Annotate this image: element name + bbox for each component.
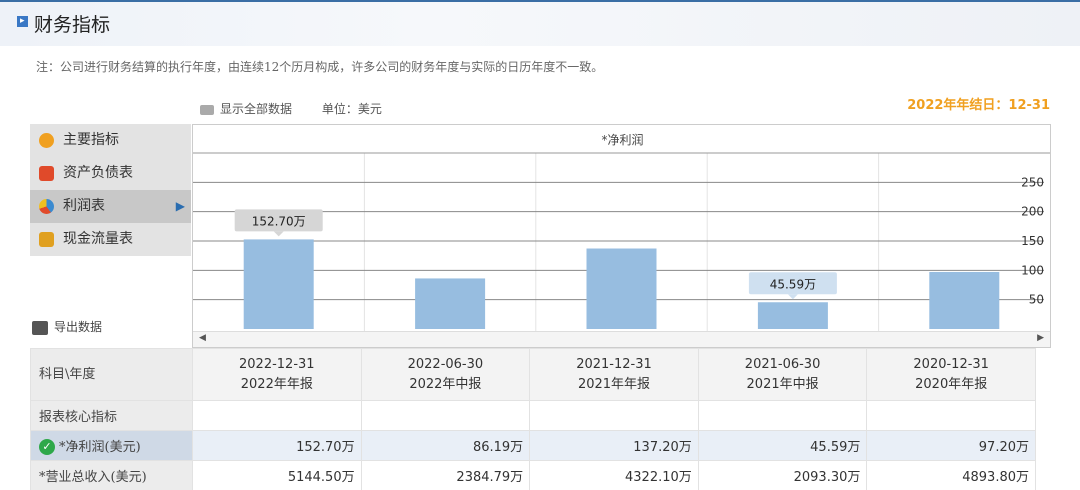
column-header: 2020-12-31 2020年年报 <box>866 348 1036 401</box>
page-title: 财务指标 <box>34 14 111 36</box>
y-tick-label: 250 <box>1021 175 1044 189</box>
column-header: 2022-06-30 2022年中报 <box>360 348 531 401</box>
fiscal-year-note: 注：公司进行财务结算的执行年度，由连续12个历月构成，许多公司的财务年度与实际的… <box>36 60 604 74</box>
document-icon <box>39 165 54 181</box>
table-cell <box>192 400 362 431</box>
sidebar-item-main-indicators[interactable]: 主要指标 <box>30 124 191 157</box>
y-tick-label: 50 <box>1029 293 1044 307</box>
row-label: *营业总收入(美元) <box>30 460 193 490</box>
y-tick-label: 100 <box>1021 263 1044 277</box>
table-cell: 2384.79万 <box>360 460 531 490</box>
table-cell: 97.20万 <box>866 430 1036 461</box>
table-cell: 152.70万 <box>192 430 362 461</box>
data-label-pointer <box>787 294 798 300</box>
y-tick-label: 150 <box>1021 234 1044 248</box>
table-cell <box>360 400 531 431</box>
table-row-net-profit[interactable]: ✓ *净利润(美元) 152.70万 86.19万 137.20万 45.59万 … <box>30 430 1036 461</box>
table-cell: 2093.30万 <box>697 460 868 490</box>
table-cell: 4322.10万 <box>529 460 699 490</box>
unit-label: 单位：美元 <box>321 102 382 116</box>
table-cell: 45.59万 <box>697 430 868 461</box>
net-profit-chart: *净利润 50 100 150 200 250 152.70万 45.59万 ◀ ▶ <box>192 124 1051 348</box>
table-cell <box>697 400 868 431</box>
chart-scrollbar[interactable]: ◀ ▶ <box>193 331 1050 347</box>
sidebar-item-income-statement[interactable]: 利润表 ▶ <box>30 190 191 223</box>
table-cell: 86.19万 <box>360 430 531 461</box>
section-marker-icon: ▸ <box>17 16 28 27</box>
year-end-label: 2022年年结日：12-31 <box>907 98 1050 113</box>
column-header: 2022-12-31 2022年年报 <box>192 348 362 401</box>
table-header-row: 科目\年度 2022-12-31 2022年年报 2022-06-30 2022年中… <box>30 348 1036 401</box>
show-all-data-link[interactable]: 显示全部数据 <box>220 102 292 116</box>
table-cell: 5144.50万 <box>192 460 362 490</box>
pie-icon <box>39 198 54 214</box>
comment-icon <box>200 104 214 115</box>
statement-sidebar: 主要指标 资产负债表 利润表 ▶ 现金流量表 <box>30 124 191 256</box>
row-label: ✓ *净利润(美元) <box>30 430 193 461</box>
table-row-revenue[interactable]: *营业总收入(美元) 5144.50万 2384.79万 4322.10万 20… <box>30 460 1036 490</box>
scroll-right-icon[interactable]: ▶ <box>1037 333 1044 343</box>
check-icon: ✓ <box>39 439 55 456</box>
export-data-button[interactable]: 导出数据 <box>32 318 102 335</box>
chart-toolbar: 显示全部数据 单位：美元 <box>200 100 382 117</box>
data-label: 152.70万 <box>252 214 306 228</box>
active-arrow-icon: ▶ <box>175 199 185 213</box>
export-icon <box>32 320 48 335</box>
coins-icon <box>39 231 54 247</box>
row-label: 报表核心指标 <box>30 400 193 431</box>
corner-cell: 科目\年度 <box>30 348 193 401</box>
column-header: 2021-06-30 2021年中报 <box>697 348 868 401</box>
data-label-pointer <box>273 231 284 237</box>
table-cell <box>866 400 1036 431</box>
sidebar-item-cash-flow[interactable]: 现金流量表 <box>30 223 191 256</box>
column-header: 2021-12-31 2021年年报 <box>529 348 699 401</box>
bar <box>586 248 657 329</box>
scroll-left-icon[interactable]: ◀ <box>199 333 206 343</box>
table-cell <box>529 400 699 431</box>
bar <box>415 278 486 329</box>
bar <box>757 302 828 329</box>
table-row: 报表核心指标 <box>30 400 1036 431</box>
chart-plot: 50 100 150 200 250 152.70万 45.59万 <box>193 152 1050 331</box>
bar <box>929 271 1000 329</box>
y-tick-label: 200 <box>1021 205 1044 219</box>
section-header: ▸ 财务指标 <box>0 0 1080 46</box>
financial-table: 科目\年度 2022-12-31 2022年年报 2022-06-30 2022年中… <box>30 348 1036 490</box>
gear-icon <box>39 132 54 148</box>
table-cell: 4893.80万 <box>866 460 1036 490</box>
bar <box>243 239 314 329</box>
sidebar-item-balance-sheet[interactable]: 资产负债表 <box>30 157 191 190</box>
data-label: 45.59万 <box>770 277 816 291</box>
table-cell: 137.20万 <box>529 430 699 461</box>
